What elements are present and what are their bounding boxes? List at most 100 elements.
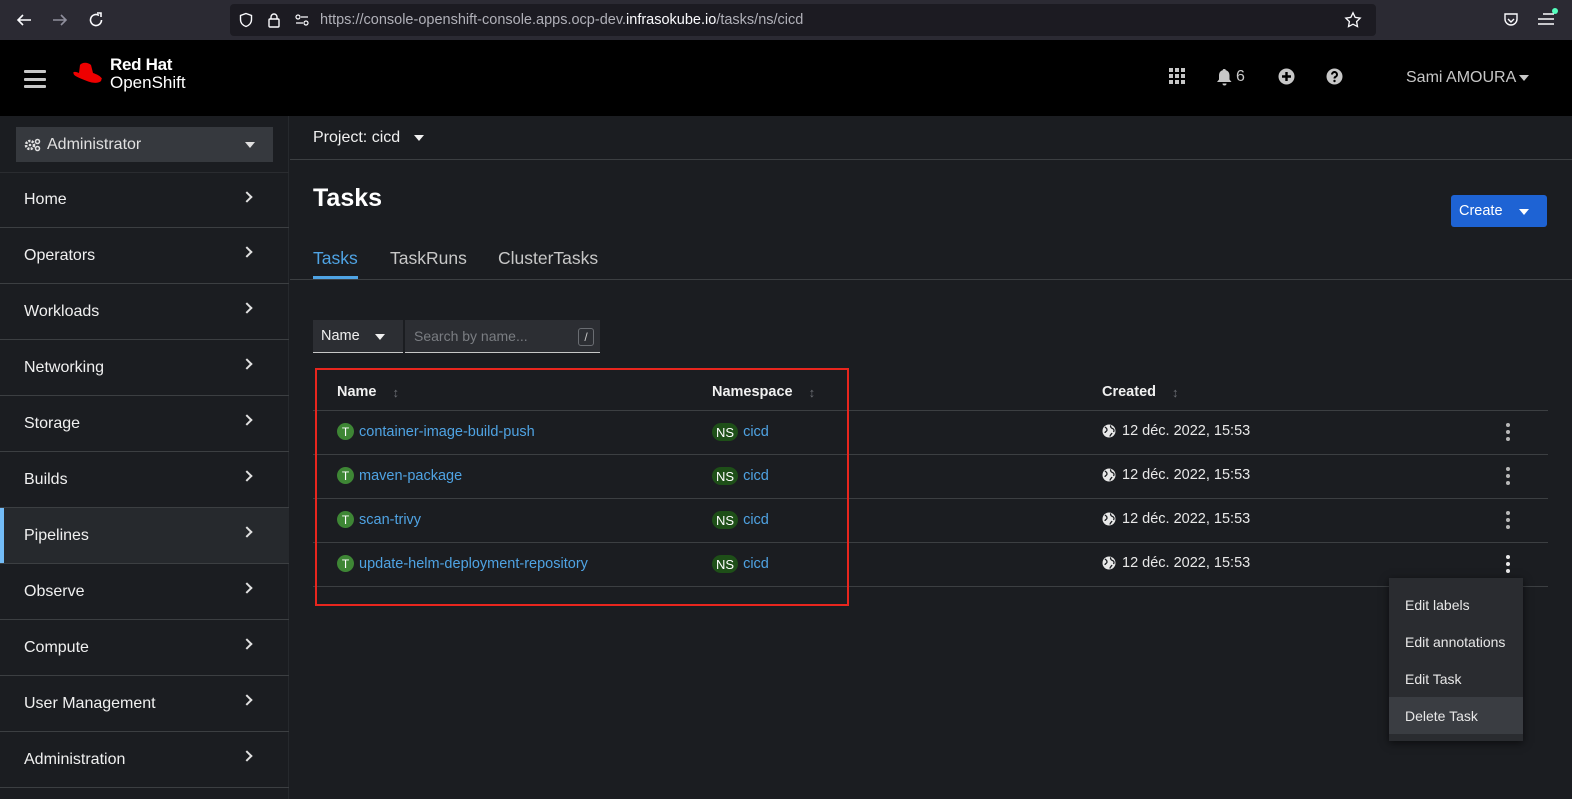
globe-icon [1102,556,1116,570]
chevron-right-icon [241,414,253,426]
sidebar-item-user-management[interactable]: User Management [0,676,289,732]
tab-tasks[interactable]: Tasks [313,248,358,279]
nav-toggle-button[interactable] [24,70,46,88]
perspective-switcher[interactable]: Administrator [16,127,273,162]
row-actions-kebab[interactable] [1505,423,1511,441]
caret-down-icon [375,334,385,340]
arrow-left-icon [16,14,31,26]
namespace-link[interactable]: cicd [743,468,769,484]
column-header-namespace[interactable]: Namespace ↕ [712,384,815,400]
globe-icon [1102,468,1116,482]
pocket-icon[interactable] [1502,11,1520,29]
table-header: Name ↕ Namespace ↕ Created ↕ [313,372,1548,411]
row-actions-menu: Edit labels Edit annotations Edit Task D… [1389,578,1523,741]
column-header-created[interactable]: Created ↕ [1102,384,1179,400]
caret-down-icon [414,135,425,141]
user-menu-toggle[interactable]: Sami AMOURA [1406,69,1530,87]
quick-create-button[interactable] [1278,68,1295,85]
page-title: Tasks [313,184,383,212]
namespace-badge: NS [712,423,739,441]
sidebar-item-administration[interactable]: Administration [0,732,289,788]
caret-down-icon [1519,209,1529,215]
sidebar-item-observe[interactable]: Observe [0,564,289,620]
reload-button[interactable] [86,10,106,30]
task-badge: T [337,467,354,484]
arrow-right-icon [53,14,68,26]
reload-icon [89,12,103,27]
red-hat-icon [72,62,103,85]
sidebar-nav: Home Operators Workloads Networking Stor… [0,172,289,788]
globe-icon [1102,424,1116,438]
chevron-right-icon [241,358,253,370]
grid-icon [1169,68,1185,84]
column-header-name[interactable]: Name ↕ [337,384,399,400]
row-actions-kebab[interactable] [1505,511,1511,529]
table-row: Tscan-trivy NS cicd 12 déc. 2022, 15:53 [313,499,1548,543]
sort-icon: ↕ [808,384,816,400]
tab-taskruns[interactable]: TaskRuns [390,248,467,279]
tabs: Tasks TaskRuns ClusterTasks [290,236,1572,280]
sidebar-item-operators[interactable]: Operators [0,228,289,284]
sidebar-item-builds[interactable]: Builds [0,452,289,508]
tasks-table: Name ↕ Namespace ↕ Created ↕ Tcontainer-ima… [313,372,1548,587]
sidebar: Administrator Home Operators Workloads N… [0,116,289,799]
caret-down-icon [1519,75,1530,81]
namespace-link[interactable]: cicd [743,512,769,528]
task-name-link[interactable]: scan-trivy [359,512,421,528]
sidebar-item-storage[interactable]: Storage [0,396,289,452]
chevron-right-icon [241,582,253,594]
sidebar-item-networking[interactable]: Networking [0,340,289,396]
bookmark-star-icon[interactable] [1344,11,1362,29]
brand-logo[interactable]: Red Hat OpenShift [70,56,186,92]
project-selector[interactable]: Project: cicd [313,129,425,147]
cogs-icon [24,138,41,151]
menu-item-edit-labels[interactable]: Edit labels [1389,586,1523,623]
row-actions-kebab[interactable] [1505,467,1511,485]
chevron-right-icon [241,750,253,762]
chevron-right-icon [241,246,253,258]
menu-item-delete-task[interactable]: Delete Task [1389,697,1523,734]
sort-icon: ↕ [392,384,400,400]
chevron-right-icon [241,638,253,650]
namespace-link[interactable]: cicd [743,556,769,572]
keyboard-shortcut-hint: / [578,328,594,346]
created-timestamp: 12 déc. 2022, 15:53 [1122,467,1251,483]
task-badge: T [337,511,354,528]
chevron-right-icon [241,694,253,706]
chevron-right-icon [241,470,253,482]
address-bar[interactable]: https://console-openshift-console.apps.o… [230,4,1376,36]
menu-item-edit-annotations[interactable]: Edit annotations [1389,623,1523,660]
app-launcher-button[interactable] [1169,68,1185,84]
notifications-button[interactable]: 6 [1217,68,1245,86]
lock-icon[interactable] [266,12,282,28]
search-input[interactable] [405,320,600,353]
question-circle-icon [1326,68,1343,85]
project-bar: Project: cicd [290,116,1572,160]
chevron-right-icon [241,302,253,314]
permissions-icon[interactable] [294,12,310,28]
shield-icon[interactable] [238,12,254,28]
help-button[interactable] [1326,68,1343,85]
task-name-link[interactable]: maven-package [359,468,462,484]
row-actions-kebab[interactable] [1505,555,1511,573]
app-menu-button[interactable] [1538,8,1558,31]
task-name-link[interactable]: container-image-build-push [359,424,535,440]
create-button[interactable]: Create [1451,195,1547,227]
namespace-badge: NS [712,467,739,485]
chevron-right-icon [241,526,253,538]
task-badge: T [337,555,354,572]
namespace-link[interactable]: cicd [743,424,769,440]
menu-item-edit-task[interactable]: Edit Task [1389,660,1523,697]
table-row: Tupdate-helm-deployment-repository NS cic… [313,543,1548,587]
back-button[interactable] [14,10,34,30]
sidebar-item-pipelines[interactable]: Pipelines [0,508,289,564]
forward-button[interactable] [50,10,70,30]
sidebar-item-home[interactable]: Home [0,172,289,228]
task-name-link[interactable]: update-helm-deployment-repository [359,556,588,572]
sidebar-item-compute[interactable]: Compute [0,620,289,676]
tab-clustertasks[interactable]: ClusterTasks [498,248,598,279]
filter-type-dropdown[interactable]: Name [313,320,403,353]
sidebar-item-workloads[interactable]: Workloads [0,284,289,340]
hamburger-menu-icon [1538,13,1554,25]
url-text: https://console-openshift-console.apps.o… [320,12,804,28]
